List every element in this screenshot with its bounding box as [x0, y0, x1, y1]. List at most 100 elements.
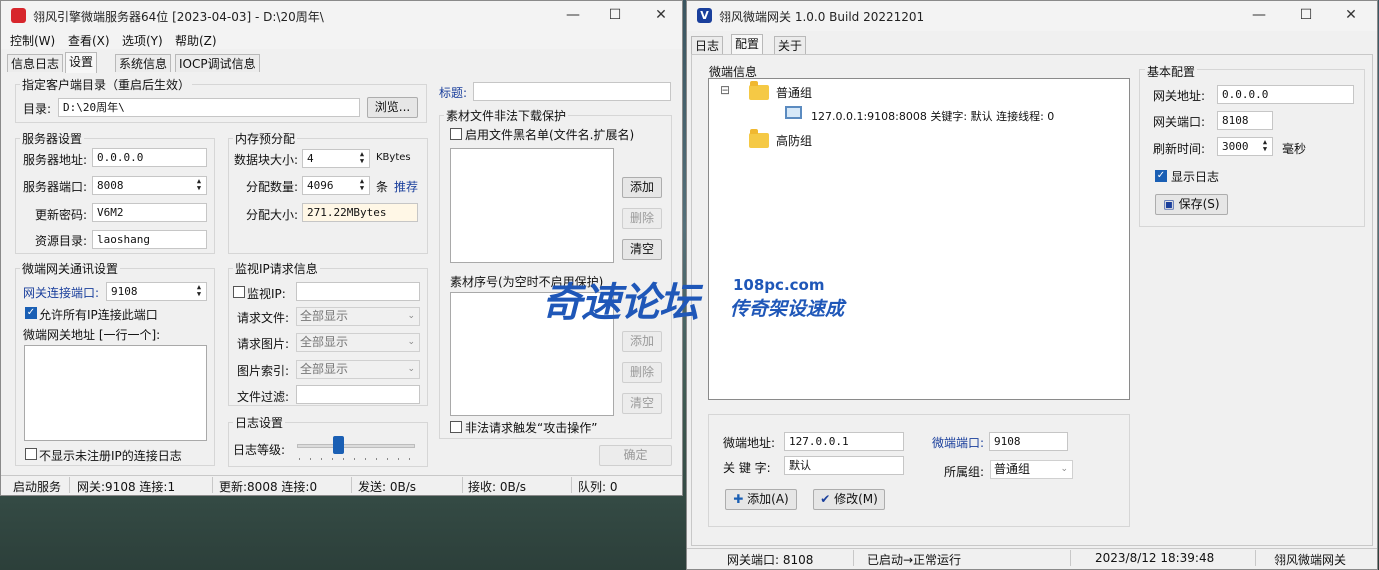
- tab-log[interactable]: 日志: [691, 36, 724, 54]
- log-level-slider[interactable]: [297, 444, 415, 448]
- status-bar: 启动服务 网关:9108 连接:1 更新:8008 连接:0 发送: 0B/s …: [1, 475, 682, 495]
- file-filter-label: 文件过滤:: [237, 390, 290, 404]
- slider-thumb[interactable]: [333, 436, 345, 454]
- title-bar[interactable]: 翎风引擎微端服务器64位 [2023-04-03] - D:\20周年\ — ☐…: [1, 1, 682, 31]
- keyword-input[interactable]: 默认: [784, 456, 904, 475]
- blacklist-clear-button[interactable]: 清空: [622, 239, 662, 260]
- menu-help[interactable]: 帮助(Z): [175, 32, 217, 49]
- spin-icon[interactable]: ▲ ▼: [357, 151, 367, 165]
- menu-options[interactable]: 选项(Y): [122, 32, 163, 49]
- maximize-icon[interactable]: ☐: [1296, 6, 1316, 24]
- gw-port-input[interactable]: 8108: [1217, 111, 1273, 130]
- close-icon[interactable]: ✕: [1341, 6, 1361, 24]
- seq-delete-button[interactable]: 删除: [622, 362, 662, 383]
- tab-info-log[interactable]: 信息日志: [7, 54, 64, 72]
- minimize-icon[interactable]: —: [563, 6, 583, 24]
- title-bar[interactable]: V 翎风微端网关 1.0.0 Build 20221201 — ☐ ✕: [687, 1, 1377, 31]
- blacklist-checkbox[interactable]: [450, 128, 462, 140]
- update-pwd-input[interactable]: V6M2: [92, 203, 207, 222]
- log-level-label: 日志等级:: [233, 443, 286, 457]
- spin-icon[interactable]: ▲ ▼: [357, 178, 367, 192]
- blacklist-add-button[interactable]: 添加: [622, 177, 662, 198]
- tree-group-normal[interactable]: 普通组: [776, 84, 812, 101]
- gateway-addr-textarea[interactable]: [24, 345, 207, 441]
- tab-settings[interactable]: 设置: [65, 52, 98, 73]
- title-input[interactable]: [473, 82, 671, 101]
- req-img-label: 请求图片:: [237, 337, 290, 351]
- tab-about[interactable]: 关于: [774, 36, 807, 54]
- tab-config[interactable]: 配置: [731, 34, 764, 55]
- chevron-down-icon: ⌄: [1060, 464, 1068, 474]
- micro-port-input[interactable]: 9108: [989, 432, 1068, 451]
- chevron-down-icon: ⌄: [407, 311, 415, 321]
- micro-tree[interactable]: [708, 78, 1130, 400]
- count-unit: 条: [376, 180, 389, 194]
- req-file-select[interactable]: 全部显示 ⌄: [296, 307, 420, 326]
- menu-view[interactable]: 查看(X): [68, 32, 110, 49]
- attack-label: 非法请求触发“攻击操作”: [465, 421, 598, 435]
- gateway-addr-label: 微端网关地址 [一行一个]:: [23, 328, 161, 342]
- blacklist-list[interactable]: [450, 148, 614, 263]
- gw-addr-input[interactable]: 0.0.0.0: [1217, 85, 1354, 104]
- seq-add-button[interactable]: 添加: [622, 331, 662, 352]
- status-gateway: 网关:9108 连接:1: [77, 480, 176, 494]
- maximize-icon[interactable]: ☐: [605, 6, 625, 24]
- save-icon: ▣: [1163, 197, 1175, 211]
- show-log-label: 显示日志: [1171, 170, 1220, 184]
- group-select[interactable]: 普通组 ⌄: [990, 460, 1073, 479]
- allow-all-ip-label: 允许所有IP连接此端口: [39, 308, 158, 322]
- tree-expander-icon[interactable]: ⊟: [720, 83, 730, 97]
- spin-icon[interactable]: ▲ ▼: [194, 284, 204, 298]
- status-bar: 网关端口: 8108 已启动→正常运行 2023/8/12 18:39:48 翎…: [687, 548, 1377, 569]
- group-label: 所属组:: [944, 465, 985, 479]
- watermark-url: 108pc.com: [733, 276, 825, 294]
- monitor-ip-label: 监视IP:: [247, 287, 286, 301]
- req-img-select[interactable]: 全部显示 ⌄: [296, 333, 420, 352]
- tab-iocp-debug[interactable]: IOCP调试信息: [175, 54, 260, 72]
- hide-unregistered-checkbox[interactable]: [25, 448, 37, 460]
- gw-addr-label: 网关地址:: [1153, 89, 1206, 103]
- spin-icon[interactable]: ▲ ▼: [194, 178, 204, 192]
- basic-config-title: 基本配置: [1145, 63, 1198, 80]
- add-button[interactable]: ✚ 添加(A): [725, 489, 797, 510]
- edit-button[interactable]: ✔ 修改(M): [813, 489, 885, 510]
- status-gw-port: 网关端口: 8108: [727, 553, 814, 567]
- close-icon[interactable]: ✕: [651, 6, 671, 24]
- tree-group-ddos[interactable]: 高防组: [776, 132, 812, 149]
- recommend-link[interactable]: 推荐: [394, 178, 418, 195]
- server-port-input[interactable]: 8008 ▲ ▼: [92, 176, 207, 195]
- res-dir-input[interactable]: laoshang: [92, 230, 207, 249]
- monitor-ip-input[interactable]: [296, 282, 420, 301]
- gateway-port-label: 网关连接端口:: [23, 286, 100, 300]
- spin-icon[interactable]: ▲ ▼: [1260, 139, 1270, 153]
- file-filter-input[interactable]: [296, 385, 420, 404]
- tab-system-info[interactable]: 系统信息: [115, 54, 172, 72]
- server-addr-label: 服务器地址:: [23, 153, 88, 167]
- server-window: 翎风引擎微端服务器64位 [2023-04-03] - D:\20周年\ — ☐…: [0, 0, 683, 496]
- gw-port-label: 网关端口:: [1153, 115, 1206, 129]
- img-index-select[interactable]: 全部显示 ⌄: [296, 360, 420, 379]
- dir-input[interactable]: D:\20周年\: [58, 98, 360, 117]
- browse-button[interactable]: 浏览...: [367, 97, 418, 118]
- refresh-input[interactable]: 3000 ▲ ▼: [1217, 137, 1273, 156]
- count-input[interactable]: 4096 ▲ ▼: [302, 176, 370, 195]
- show-log-checkbox[interactable]: ✓: [1155, 170, 1167, 182]
- confirm-button[interactable]: 确定: [599, 445, 672, 466]
- micro-addr-input[interactable]: 127.0.0.1: [784, 432, 904, 451]
- seq-clear-button[interactable]: 清空: [622, 393, 662, 414]
- minimize-icon[interactable]: —: [1249, 6, 1269, 24]
- blacklist-delete-button[interactable]: 删除: [622, 208, 662, 229]
- tree-server-node[interactable]: 127.0.0.1:9108:8008 关键字: 默认 连接线程: 0: [811, 108, 1054, 124]
- block-size-input[interactable]: 4 ▲ ▼: [302, 149, 370, 168]
- save-button[interactable]: ▣ 保存(S): [1155, 194, 1228, 215]
- refresh-unit: 毫秒: [1282, 142, 1307, 156]
- gateway-port-input[interactable]: 9108 ▲ ▼: [106, 282, 207, 301]
- protect-title: 素材文件非法下载保护: [444, 107, 569, 124]
- menu-control[interactable]: 控制(W): [10, 32, 55, 49]
- attack-checkbox[interactable]: [450, 421, 462, 433]
- server-addr-input[interactable]: 0.0.0.0: [92, 148, 207, 167]
- window-title: 翎风微端网关 1.0.0 Build 20221201: [719, 10, 925, 24]
- monitor-ip-checkbox[interactable]: [233, 286, 245, 298]
- dir-label: 目录:: [23, 102, 52, 116]
- allow-all-ip-checkbox[interactable]: ✓: [25, 307, 37, 319]
